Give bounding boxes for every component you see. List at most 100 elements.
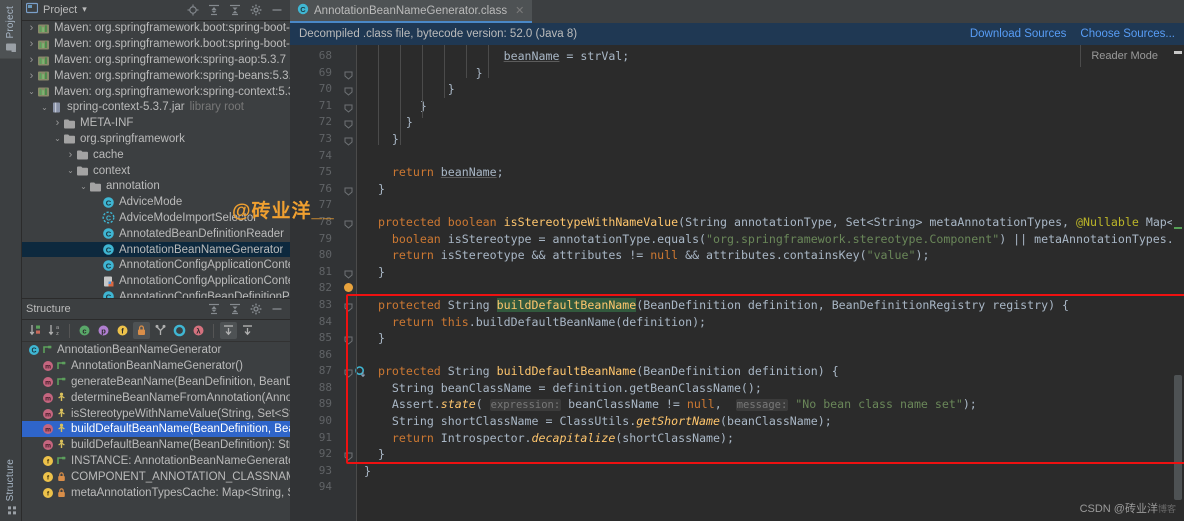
code-line[interactable]: } <box>356 65 1172 82</box>
structure-list-item[interactable]: fCOMPONENT_ANNOTATION_CLASSNAME: String <box>22 469 290 485</box>
tool-window-button-structure[interactable]: Structure <box>0 453 21 521</box>
close-icon[interactable]: ✕ <box>515 4 524 17</box>
line-number[interactable]: 93 <box>290 463 338 480</box>
line-number[interactable]: 89 <box>290 396 338 413</box>
show-non-public-icon[interactable] <box>133 322 150 339</box>
structure-list-item[interactable]: CAnnotationBeanNameGenerator <box>22 342 290 358</box>
sort-alphabetically-icon[interactable]: az <box>46 322 63 339</box>
code-line[interactable] <box>356 148 1172 165</box>
code-line[interactable]: protected boolean isStereotypeWithNameVa… <box>356 214 1172 231</box>
project-tree-row[interactable]: ›META-INF <box>22 115 290 131</box>
code-line[interactable]: } <box>356 463 1172 480</box>
fold-marker-icon[interactable] <box>344 102 353 111</box>
minimize-icon[interactable] <box>271 303 283 315</box>
project-tree-row[interactable]: ›Maven: org.springframework.boot:spring-… <box>22 36 290 52</box>
gear-icon[interactable] <box>250 4 262 16</box>
code-line[interactable] <box>356 479 1172 496</box>
code-line[interactable]: String shortClassName = ClassUtils.getSh… <box>356 413 1172 430</box>
project-dropdown-caret[interactable]: ▾ <box>82 4 87 15</box>
locate-icon[interactable] <box>187 4 199 16</box>
project-tree-row[interactable]: ›cache <box>22 147 290 163</box>
project-tree-row[interactable]: ›Maven: org.springframework.boot:spring-… <box>22 21 290 37</box>
project-tree-row[interactable]: ⌄Maven: org.springframework:spring-conte… <box>22 84 290 100</box>
line-number[interactable]: 76 <box>290 181 338 198</box>
code-line[interactable]: } <box>356 446 1172 463</box>
code-line[interactable]: } <box>356 264 1172 281</box>
fold-marker-icon[interactable] <box>344 85 353 94</box>
expand-all-icon[interactable] <box>208 303 220 315</box>
show-inherited-icon[interactable]: c <box>76 322 93 339</box>
line-number[interactable]: 81 <box>290 264 338 281</box>
fold-marker-icon[interactable] <box>344 450 353 459</box>
fold-marker-icon[interactable] <box>344 69 353 78</box>
gear-icon[interactable] <box>250 303 262 315</box>
project-tree-row[interactable]: CAdviceModeImportSelector <box>22 210 290 226</box>
code-line[interactable] <box>356 347 1172 364</box>
code-line[interactable]: beanName = strVal; <box>356 48 1172 65</box>
project-tree-row[interactable]: AnnotationConfigApplicationConte <box>22 273 290 289</box>
code-line[interactable]: return beanName; <box>356 164 1172 181</box>
reader-mode-indicator[interactable]: Reader Mode <box>1080 45 1166 67</box>
code-line[interactable]: Assert.state( expression: beanClassName … <box>356 396 1172 413</box>
line-number[interactable]: 74 <box>290 148 338 165</box>
project-tree-row[interactable]: CAnnotationConfigApplicationConte <box>22 257 290 273</box>
sort-by-visibility-icon[interactable] <box>27 322 44 339</box>
fold-marker-icon[interactable] <box>344 135 353 144</box>
line-number[interactable]: 94 <box>290 479 338 496</box>
chevron-right-icon[interactable]: › <box>26 38 37 50</box>
structure-list-item[interactable]: mbuildDefaultBeanName(BeanDefinition): S… <box>22 437 290 453</box>
collapse-all-icon[interactable] <box>229 303 241 315</box>
line-number[interactable]: 73 <box>290 131 338 148</box>
structure-list-item[interactable]: fmetaAnnotationTypesCache: Map<String, S… <box>22 485 290 501</box>
structure-list[interactable]: CAnnotationBeanNameGeneratormAnnotationB… <box>22 342 290 521</box>
download-sources-link[interactable]: Download Sources <box>970 28 1067 40</box>
structure-list-item[interactable]: fINSTANCE: AnnotationBeanNameGenerator =… <box>22 453 290 469</box>
code-line[interactable]: return Introspector.decapitalize(shortCl… <box>356 430 1172 447</box>
chevron-right-icon[interactable]: › <box>65 149 76 161</box>
line-number[interactable]: 87 <box>290 363 338 380</box>
autoscroll-from-source-icon[interactable] <box>239 322 256 339</box>
collapse-all-icon[interactable] <box>229 4 241 16</box>
line-number[interactable]: 82 <box>290 280 338 297</box>
code-line[interactable]: String beanClassName = definition.getBea… <box>356 380 1172 397</box>
chevron-down-icon[interactable]: ⌄ <box>52 134 63 143</box>
editor-marker-bar[interactable] <box>1172 45 1184 521</box>
project-tree[interactable]: ›Maven: org.springframework.boot:spring-… <box>22 21 290 298</box>
chevron-down-icon[interactable]: ⌄ <box>65 166 76 175</box>
project-tree-row[interactable]: ›Maven: org.springframework:spring-aop:5… <box>22 52 290 68</box>
editor-tab-annotationbeannamegenerator[interactable]: C AnnotationBeanNameGenerator.class ✕ <box>290 0 532 23</box>
line-number[interactable]: 69 <box>290 65 338 82</box>
show-anonymous-icon[interactable] <box>152 322 169 339</box>
fold-marker-icon[interactable] <box>344 301 353 310</box>
line-number[interactable]: 85 <box>290 330 338 347</box>
structure-list-item[interactable]: misStereotypeWithNameValue(String, Set<S… <box>22 406 290 422</box>
structure-list-item[interactable]: mgenerateBeanName(BeanDefinition, BeanDe… <box>22 374 290 390</box>
chevron-down-icon[interactable]: ⌄ <box>26 87 37 96</box>
code-line[interactable]: } <box>356 114 1172 131</box>
project-tree-row[interactable]: ›Maven: org.springframework:spring-beans… <box>22 68 290 84</box>
lambda-icon[interactable]: λ <box>190 322 207 339</box>
code-line[interactable] <box>356 280 1172 297</box>
code-content[interactable]: beanName = strVal; } } } } } return bean… <box>356 45 1172 521</box>
structure-toolbar[interactable]: azcpf λ <box>22 320 290 342</box>
code-line[interactable]: } <box>356 330 1172 347</box>
fold-marker-icon[interactable] <box>344 367 353 376</box>
code-line[interactable]: } <box>356 131 1172 148</box>
chevron-right-icon[interactable]: › <box>26 54 37 66</box>
show-properties-icon[interactable]: p <box>95 322 112 339</box>
editor-scrollbar-thumb[interactable] <box>1174 375 1182 500</box>
line-number[interactable]: 91 <box>290 430 338 447</box>
project-tree-row[interactable]: CAdviceMode <box>22 194 290 210</box>
line-number[interactable]: 75 <box>290 164 338 181</box>
code-line[interactable] <box>356 197 1172 214</box>
editor-gutter[interactable]: 6869707172737475767778798081828384858687… <box>290 45 338 521</box>
chevron-down-icon[interactable]: ⌄ <box>78 182 89 191</box>
line-number[interactable]: 78 <box>290 214 338 231</box>
show-fields-icon[interactable]: f <box>114 322 131 339</box>
line-number[interactable]: 83 <box>290 297 338 314</box>
chevron-down-icon[interactable]: ⌄ <box>39 103 50 112</box>
project-tree-row[interactable]: ⌄org.springframework <box>22 131 290 147</box>
line-number[interactable]: 90 <box>290 413 338 430</box>
line-number[interactable]: 79 <box>290 231 338 248</box>
fold-marker-icon[interactable] <box>344 334 353 343</box>
